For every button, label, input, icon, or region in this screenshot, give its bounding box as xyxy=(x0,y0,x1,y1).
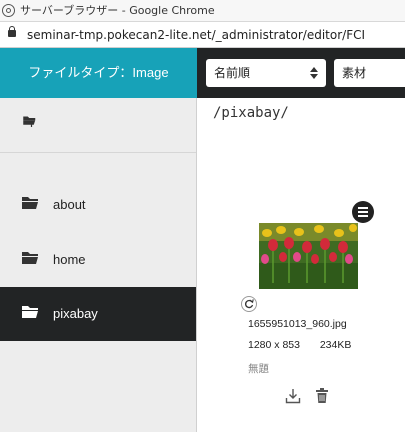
folder-up-icon xyxy=(23,116,36,127)
trash-icon[interactable] xyxy=(316,388,328,403)
sidebar-item-label: about xyxy=(53,197,86,212)
chrome-logo-icon xyxy=(2,4,15,17)
folder-icon xyxy=(22,197,38,209)
sidebar-item-pixabay[interactable]: pixabay xyxy=(0,287,196,341)
type-select-value: 素材 xyxy=(342,66,367,80)
url-text[interactable]: seminar-tmp.pokecan2-lite.net/_administr… xyxy=(27,22,365,48)
file-dimensions: 1280 x 853 xyxy=(248,339,300,351)
sidebar-item-about[interactable]: about xyxy=(0,178,196,232)
sidebar-item-label: home xyxy=(53,252,86,267)
file-info: 1280 x 853 234KB xyxy=(248,339,351,351)
toolbar: 名前順 素材 xyxy=(197,48,405,98)
file-size: 234KB xyxy=(319,339,352,351)
window-titlebar: サーバーブラウザー - Google Chrome xyxy=(0,0,405,22)
file-caption: 無題 xyxy=(248,363,269,375)
folder-icon xyxy=(22,306,38,318)
current-path: /pixabay/ xyxy=(213,105,289,121)
refresh-icon[interactable] xyxy=(241,296,257,312)
sort-select[interactable]: 名前順 xyxy=(206,59,326,87)
file-thumbnail[interactable] xyxy=(259,223,358,289)
download-icon[interactable] xyxy=(285,388,301,404)
sidebar-item-label: pixabay xyxy=(53,306,98,321)
sidebar-divider xyxy=(0,152,196,153)
window-title: サーバーブラウザー - Google Chrome xyxy=(20,4,215,17)
type-select[interactable]: 素材 xyxy=(334,59,405,87)
filetype-label: ファイルタイプ：Image xyxy=(0,48,197,98)
sidebar: about home pixabay xyxy=(0,98,197,432)
sidebar-item-parent[interactable] xyxy=(0,98,196,152)
updown-icon xyxy=(310,67,318,79)
file-menu-icon[interactable] xyxy=(352,201,374,223)
sidebar-item-home[interactable]: home xyxy=(0,233,196,287)
lock-icon xyxy=(8,26,16,37)
sort-select-value: 名前順 xyxy=(214,66,251,80)
file-name: 1655951013_960.jpg xyxy=(248,318,347,330)
folder-icon xyxy=(22,252,38,264)
address-bar[interactable]: seminar-tmp.pokecan2-lite.net/_administr… xyxy=(0,22,405,48)
